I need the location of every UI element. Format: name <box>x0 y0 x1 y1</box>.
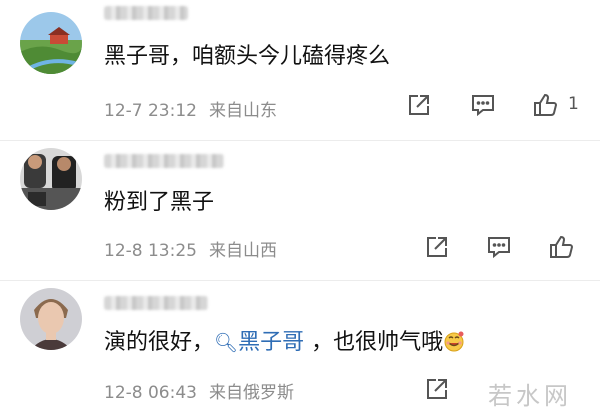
comment-text-before: 演的很好， <box>104 330 215 355</box>
comment-item: 黑子哥，咱额头今儿磕得疼么 12-7 23:12 来自山东 1 <box>0 0 600 136</box>
search-link[interactable]: 🔍︎黑子哥 <box>214 330 304 355</box>
comment-date: 12-7 23:12 <box>104 101 197 121</box>
like-icon[interactable] <box>532 92 558 118</box>
comment-text-after: ，也很帅气哦 <box>304 330 444 355</box>
avatar[interactable] <box>20 288 82 350</box>
watermark: 若水网 <box>488 382 572 410</box>
avatar[interactable] <box>20 148 82 210</box>
forward-icon[interactable] <box>406 92 432 118</box>
comment-location: 来自俄罗斯 <box>208 383 294 403</box>
comment-location: 来自山东 <box>208 101 277 121</box>
comment-meta: 12-8 13:25 来自山西 <box>104 236 277 261</box>
username-redacted <box>104 154 224 168</box>
comment-text: 黑子哥，咱额头今儿磕得疼么 <box>104 44 391 69</box>
forward-icon[interactable] <box>424 234 450 260</box>
comment-text: 粉到了黑子 <box>104 190 215 215</box>
like-icon[interactable] <box>548 234 574 260</box>
comment-location: 来自山西 <box>208 241 277 261</box>
smiling-face-emoji-icon <box>443 330 465 352</box>
comment-date: 12-8 13:25 <box>104 241 197 261</box>
comment-meta: 12-8 06:43 来自俄罗斯 <box>104 378 294 403</box>
search-link-label: 黑子哥 <box>238 330 305 355</box>
comment-date: 12-8 06:43 <box>104 383 197 403</box>
avatar[interactable] <box>20 12 82 74</box>
comment-icon[interactable] <box>486 234 512 260</box>
like-count: 1 <box>568 94 579 114</box>
search-icon: 🔍︎ <box>214 332 239 354</box>
comment-item: 粉到了黑子 12-8 13:25 来自山西 <box>0 136 600 272</box>
forward-icon[interactable] <box>424 376 450 402</box>
comment-icon[interactable] <box>470 92 496 118</box>
comment-meta: 12-7 23:12 来自山东 <box>104 96 277 121</box>
username-redacted <box>104 6 188 20</box>
comment-text: 演的很好，🔍︎黑子哥 ，也很帅气哦 <box>104 328 465 358</box>
username-redacted <box>104 296 208 310</box>
